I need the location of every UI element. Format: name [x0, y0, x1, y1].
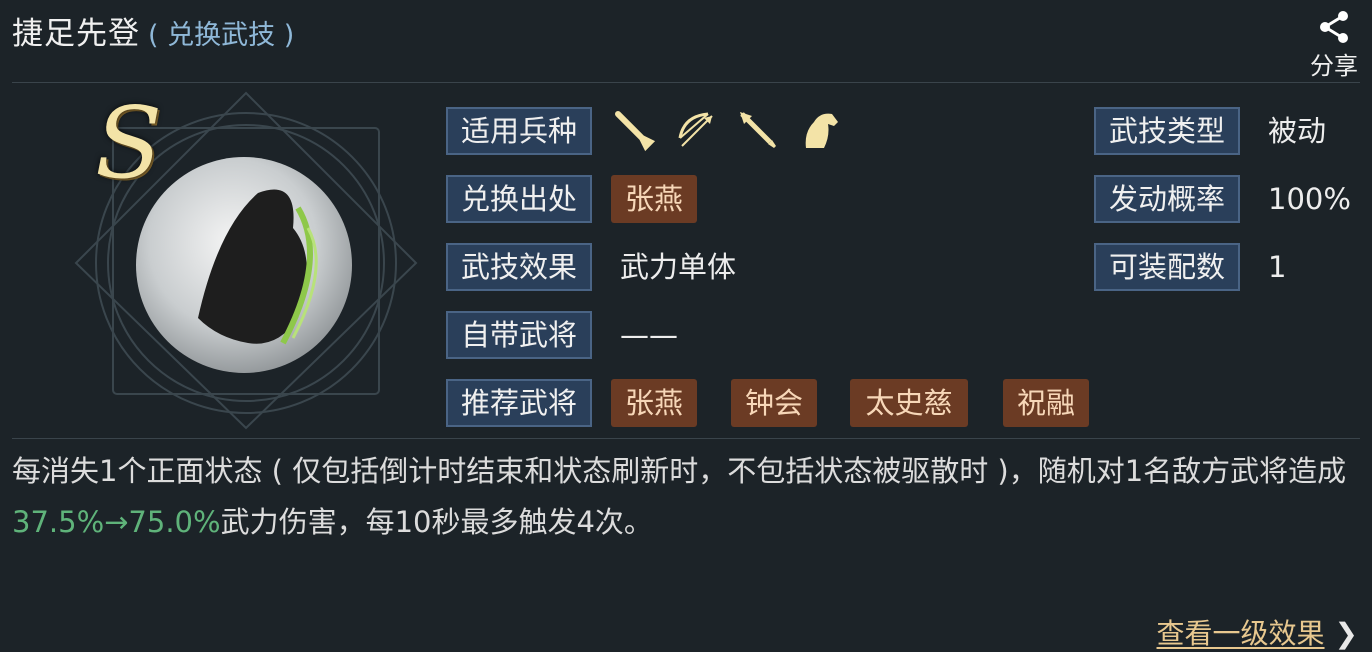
divider	[12, 82, 1360, 83]
troop-icons	[612, 108, 842, 154]
source-label: 兑换出处	[446, 175, 592, 223]
share-button[interactable]: 分享	[1306, 10, 1362, 81]
bow-icon	[674, 108, 718, 152]
recommend-tag[interactable]: 钟会	[731, 379, 817, 427]
view-level1-link[interactable]: 查看一级效果 ❯	[1157, 612, 1358, 652]
grade-badge: S	[95, 87, 163, 201]
view-level1-label: 查看一级效果	[1156, 617, 1325, 650]
effect-label: 武技效果	[446, 243, 592, 291]
divider	[12, 438, 1360, 439]
slots-label: 可装配数	[1094, 243, 1240, 291]
effect-value: 武力单体	[620, 250, 737, 284]
page-title: 捷足先登	[12, 16, 140, 52]
damage-highlight: 37.5%→75.0%	[12, 505, 221, 539]
own-general-value: ——	[620, 318, 678, 352]
recommend-tag[interactable]: 张燕	[611, 379, 697, 427]
type-value: 被动	[1268, 114, 1327, 148]
skill-description: 每消失1个正面状态 ( 仅包括倒计时结束和状态刷新时，不包括状态被驱散时 )，随…	[12, 446, 1352, 548]
recommend-tag[interactable]: 太史慈	[850, 379, 968, 427]
horse-icon	[798, 108, 842, 152]
chance-value: 100%	[1268, 182, 1351, 216]
description-text-end: 武力伤害，每10秒最多触发4次。	[220, 505, 653, 539]
type-label: 武技类型	[1094, 107, 1240, 155]
chance-label: 发动概率	[1094, 175, 1240, 223]
share-icon	[1320, 11, 1348, 43]
recommend-label: 推荐武将	[446, 379, 592, 427]
share-label: 分享	[1310, 52, 1358, 80]
description-text: 每消失1个正面状态 ( 仅包括倒计时结束和状态刷新时，不包括状态被驱散时 )，随…	[12, 454, 1347, 488]
own-general-label: 自带武将	[446, 311, 592, 359]
chevron-right-icon: ❯	[1334, 617, 1358, 650]
title-row: 捷足先登 ( 兑换武技 )	[12, 8, 294, 52]
spear-icon	[736, 108, 780, 152]
recommend-tag[interactable]: 祝融	[1003, 379, 1089, 427]
sword-icon	[612, 108, 656, 152]
troop-types-label: 适用兵种	[446, 107, 592, 155]
page-subtitle: ( 兑换武技 )	[148, 20, 295, 51]
source-tag[interactable]: 张燕	[611, 175, 697, 223]
slots-value: 1	[1268, 250, 1287, 284]
